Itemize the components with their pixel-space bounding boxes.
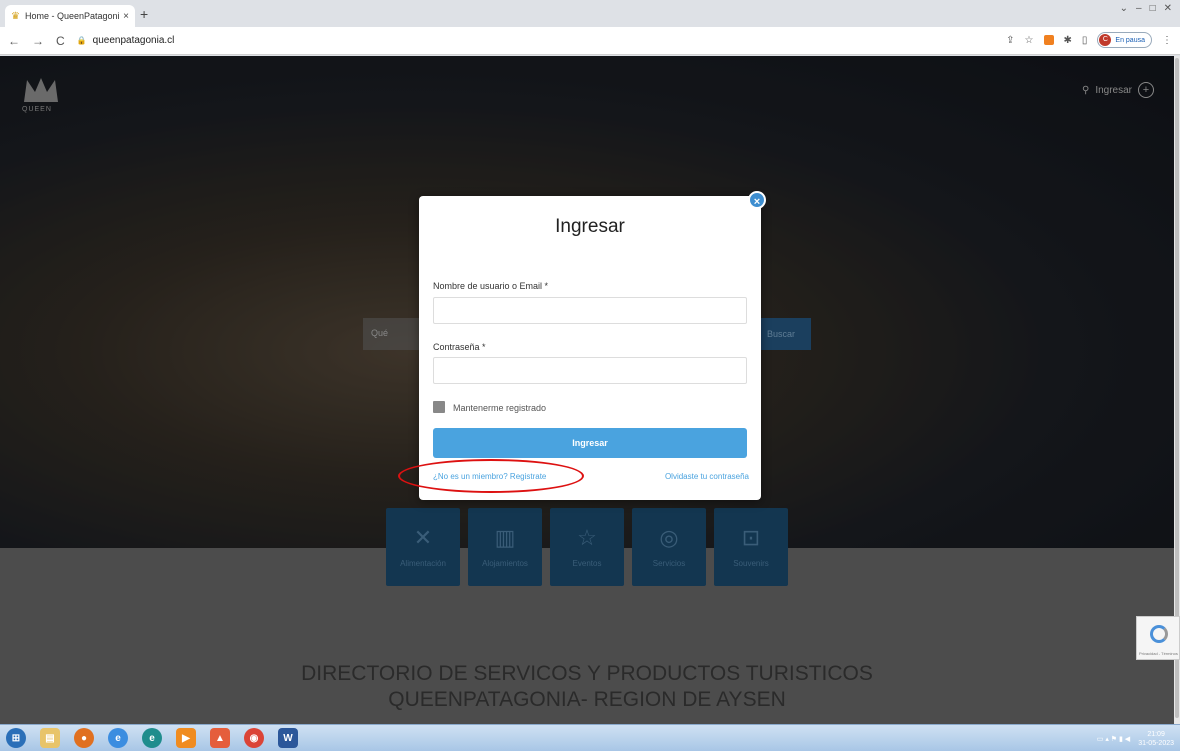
crown-favicon-icon: ♛: [11, 10, 20, 22]
recaptcha-badge[interactable]: Privacidad - Términos: [1136, 616, 1180, 660]
search-label: Qué: [371, 328, 389, 338]
forgot-password-link[interactable]: Olvidaste tu contraseña: [665, 472, 749, 481]
start-button-icon[interactable]: ⊞: [6, 728, 26, 748]
password-field[interactable]: [433, 357, 747, 384]
username-label: Nombre de usuario o Email *: [433, 281, 549, 291]
modal-title: Ingresar: [555, 216, 625, 237]
sidepanel-icon[interactable]: ▯: [1082, 35, 1088, 46]
profile-status: En pausa: [1115, 36, 1145, 44]
back-icon[interactable]: ←: [8, 34, 20, 48]
plus-circle-icon[interactable]: +: [1138, 82, 1154, 98]
category-label: Alojamientos: [482, 558, 528, 568]
share-icon[interactable]: ⇪: [1006, 35, 1014, 46]
browser-toolbar: ← → C 🔒 queenpatagonia.cl ⇪ ☆ ✱ ▯ C En p…: [0, 27, 1180, 55]
clock-date: 31-05-2023: [1138, 739, 1174, 747]
highlight-annotation: [398, 459, 584, 493]
window-controls: ⌄ – □ ✕: [1120, 3, 1172, 14]
category-label: Souvenirs: [733, 558, 769, 568]
password-label: Contraseña *: [433, 342, 486, 352]
gear-icon: ◎: [659, 524, 679, 550]
close-window-button[interactable]: ✕: [1164, 3, 1172, 14]
menu-kebab-icon[interactable]: ⋮: [1162, 35, 1172, 46]
extension-icon[interactable]: [1043, 35, 1054, 45]
category-servicios[interactable]: ◎ Servicios: [632, 508, 706, 586]
category-alojamientos[interactable]: ▥ Alojamientos: [468, 508, 542, 586]
word-icon[interactable]: W: [278, 728, 298, 748]
remember-label: Mantenerme registrado: [453, 403, 547, 413]
gift-icon: ⊡: [741, 524, 761, 550]
firefox-icon[interactable]: ●: [74, 728, 94, 748]
category-tiles: ✕ Alimentación ▥ Alojamientos ☆ Eventos …: [386, 508, 788, 586]
reload-icon[interactable]: C: [56, 34, 65, 48]
user-icon: ⚲: [1081, 84, 1090, 96]
browser-tab[interactable]: ♛ Home - QueenPatagonia ×: [5, 5, 135, 27]
category-souvenirs[interactable]: ⊡ Souvenirs: [714, 508, 788, 586]
username-field[interactable]: [433, 297, 747, 324]
fork-knife-icon: ✕: [413, 524, 433, 550]
remember-checkbox[interactable]: [433, 401, 445, 413]
login-modal: Ingresar Nombre de usuario o Email * Con…: [419, 196, 761, 500]
login-submit-button[interactable]: Ingresar: [433, 428, 747, 458]
maximize-button[interactable]: □: [1150, 3, 1156, 14]
clock-time: 21:09: [1147, 730, 1165, 738]
system-tray: ▭ ▴ ⚑ ▮ ◀ 21:09 31-05-2023: [1097, 725, 1174, 751]
media-player-icon[interactable]: ▶: [176, 728, 196, 748]
tab-search-icon[interactable]: ⌄: [1120, 3, 1128, 14]
header-login-link[interactable]: ⚲ Ingresar +: [1082, 82, 1154, 98]
star-icon: ☆: [577, 524, 597, 550]
category-alimentacion[interactable]: ✕ Alimentación: [386, 508, 460, 586]
category-eventos[interactable]: ☆ Eventos: [550, 508, 624, 586]
clock[interactable]: 21:09 31-05-2023: [1138, 730, 1174, 748]
directory-title-line1: DIRECTORIO DE SERVICOS Y PRODUCTOS TURIS…: [301, 662, 873, 685]
modal-close-button[interactable]: ×: [748, 191, 766, 209]
category-label: Eventos: [572, 558, 602, 568]
os-taskbar: ⊞ ▤ ● e e ▶ ▲ ◉ W ▭ ▴ ⚑ ▮ ◀ 21:09 31-05-…: [0, 724, 1180, 751]
directory-title-line2: QUEENPATAGONIA- REGION DE AYSEN: [388, 688, 786, 711]
app-icon[interactable]: ▲: [210, 728, 230, 748]
building-icon: ▥: [494, 524, 516, 550]
header-login-label: Ingresar: [1095, 84, 1132, 96]
avatar: C: [1099, 34, 1112, 46]
tray-icons[interactable]: ▭ ▴ ⚑ ▮ ◀: [1097, 735, 1130, 743]
new-tab-button[interactable]: +: [140, 5, 148, 23]
extensions-area: ⇪ ☆ ✱ ▯ C En pausa ⋮: [1006, 32, 1172, 48]
tab-close-icon[interactable]: ×: [123, 11, 129, 22]
forward-icon[interactable]: →: [32, 34, 44, 48]
chrome-icon[interactable]: ◉: [244, 728, 264, 748]
logo-text: QUEEN: [22, 106, 52, 113]
ie-icon[interactable]: e: [108, 728, 128, 748]
recaptcha-icon: [1150, 625, 1168, 643]
bookmark-star-icon[interactable]: ☆: [1025, 35, 1034, 46]
address-bar[interactable]: queenpatagonia.cl: [93, 35, 175, 46]
tab-title: Home - QueenPatagonia: [24, 11, 120, 21]
category-label: Alimentación: [400, 558, 446, 568]
file-explorer-icon[interactable]: ▤: [40, 728, 60, 748]
edge-icon[interactable]: e: [142, 728, 162, 748]
category-label: Servicios: [652, 558, 686, 568]
minimize-button[interactable]: –: [1136, 3, 1142, 14]
lock-icon[interactable]: 🔒: [77, 36, 87, 45]
puzzle-icon[interactable]: ✱: [1064, 35, 1072, 46]
browser-tab-bar: ♛ Home - QueenPatagonia × + ⌄ – □ ✕: [0, 0, 1180, 27]
recaptcha-text: Privacidad - Términos: [1139, 651, 1178, 656]
profile-button[interactable]: C En pausa: [1097, 32, 1152, 48]
